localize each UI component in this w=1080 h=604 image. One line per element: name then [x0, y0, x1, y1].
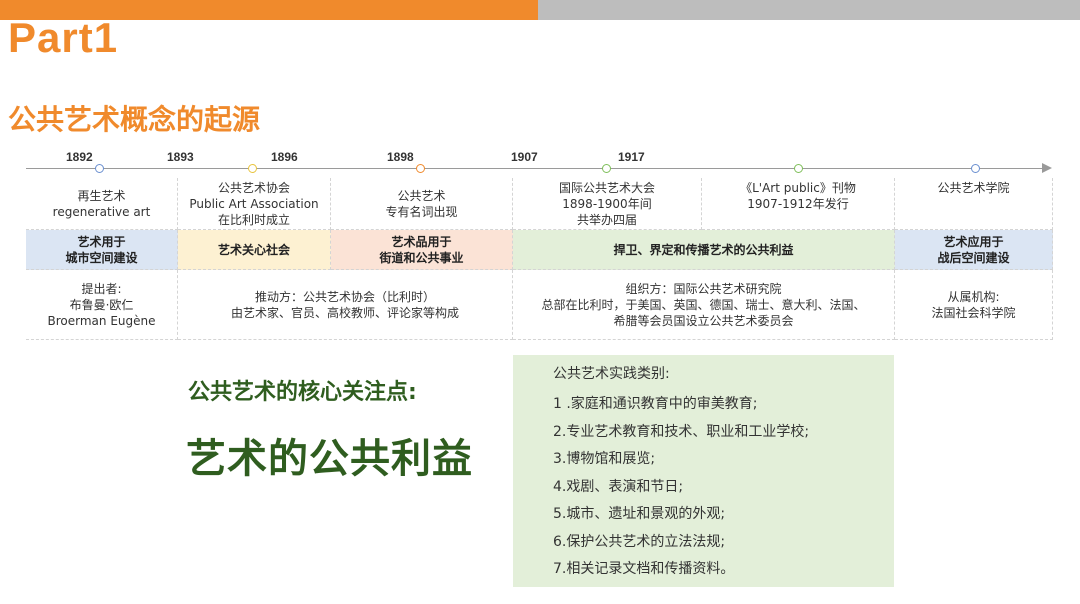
event-cell: 公共艺术学院 [895, 178, 1053, 230]
year-label: 1907 [511, 150, 538, 164]
theme-band: 艺术关心社会 [178, 230, 331, 270]
event-cell: 公共艺术协会 Public Art Association 在比利时成立 [178, 178, 331, 230]
timeline-dot [794, 164, 803, 173]
part-title: Part1 [8, 14, 119, 61]
timeline-dot [95, 164, 104, 173]
event-cell: 再生艺术 regenerative art [26, 178, 178, 230]
timeline-dot [248, 164, 257, 173]
detail-cell: 组织方：国际公共艺术研究院 总部在比利时，于美国、英国、德国、瑞士、意大利、法国… [513, 270, 895, 340]
timeline: 1892 1893 1896 1898 1907 1917 [26, 148, 1056, 178]
list-item: 1 .家庭和通识教育中的审美教育; [553, 396, 758, 412]
year-label: 1893 [167, 150, 194, 164]
theme-band: 艺术用于 城市空间建设 [26, 230, 178, 270]
timeline-dot [416, 164, 425, 173]
timeline-axis [26, 168, 1046, 169]
theme-band: 艺术应用于 战后空间建设 [895, 230, 1053, 270]
timeline-table: 再生艺术 regenerative art 公共艺术协会 Public Art … [26, 178, 1053, 340]
list-item: 6.保护公共艺术的立法法规; [553, 533, 726, 550]
practice-categories-box: 公共艺术实践类别: 1 .家庭和通识教育中的审美教育; 2.专业艺术教育和技术、… [513, 355, 894, 587]
detail-cell: 提出者: 布鲁曼·欧仁 Broerman Eugène [26, 270, 178, 340]
year-label: 1898 [387, 150, 414, 164]
detail-cell: 从属机构: 法国社会科学院 [895, 270, 1053, 340]
top-grey-bar [538, 0, 1080, 20]
year-label: 1896 [271, 150, 298, 164]
event-cell: 国际公共艺术大会 1898-1900年间 共举办四届 [513, 178, 702, 230]
timeline-arrow-icon [1042, 163, 1052, 173]
list-item: 7.相关记录文档和传播资料。 [553, 561, 735, 577]
year-label: 1892 [66, 150, 93, 164]
list-item: 2.专业艺术教育和技术、职业和工业学校; [553, 423, 810, 440]
event-cell: 公共艺术 专有名词出现 [331, 178, 513, 230]
list-item: 5.城市、遗址和景观的外观; [553, 506, 726, 522]
focus-main-heading: 艺术的公共利益 [186, 436, 473, 482]
theme-band: 艺术品用于 街道和公共事业 [331, 230, 513, 270]
year-label: 1917 [618, 150, 645, 164]
theme-band: 捍卫、界定和传播艺术的公共利益 [513, 230, 895, 270]
event-cell: 《L'Art public》刊物 1907-1912年发行 [702, 178, 895, 230]
timeline-dot [971, 164, 980, 173]
list-item: 4.戏剧、表演和节日; [553, 478, 684, 495]
practice-list: 1 .家庭和通识教育中的审美教育; 2.专业艺术教育和技术、职业和工业学校; 3… [553, 391, 809, 584]
focus-label: 公共艺术的核心关注点: [188, 380, 417, 405]
section-title: 公共艺术概念的起源 [8, 103, 261, 136]
practice-title: 公共艺术实践类别: [553, 366, 670, 382]
detail-cell: 推动方：公共艺术协会（比利时） 由艺术家、官员、高校教师、评论家等构成 [178, 270, 513, 340]
timeline-dot [602, 164, 611, 173]
list-item: 3.博物馆和展览; [553, 451, 656, 467]
